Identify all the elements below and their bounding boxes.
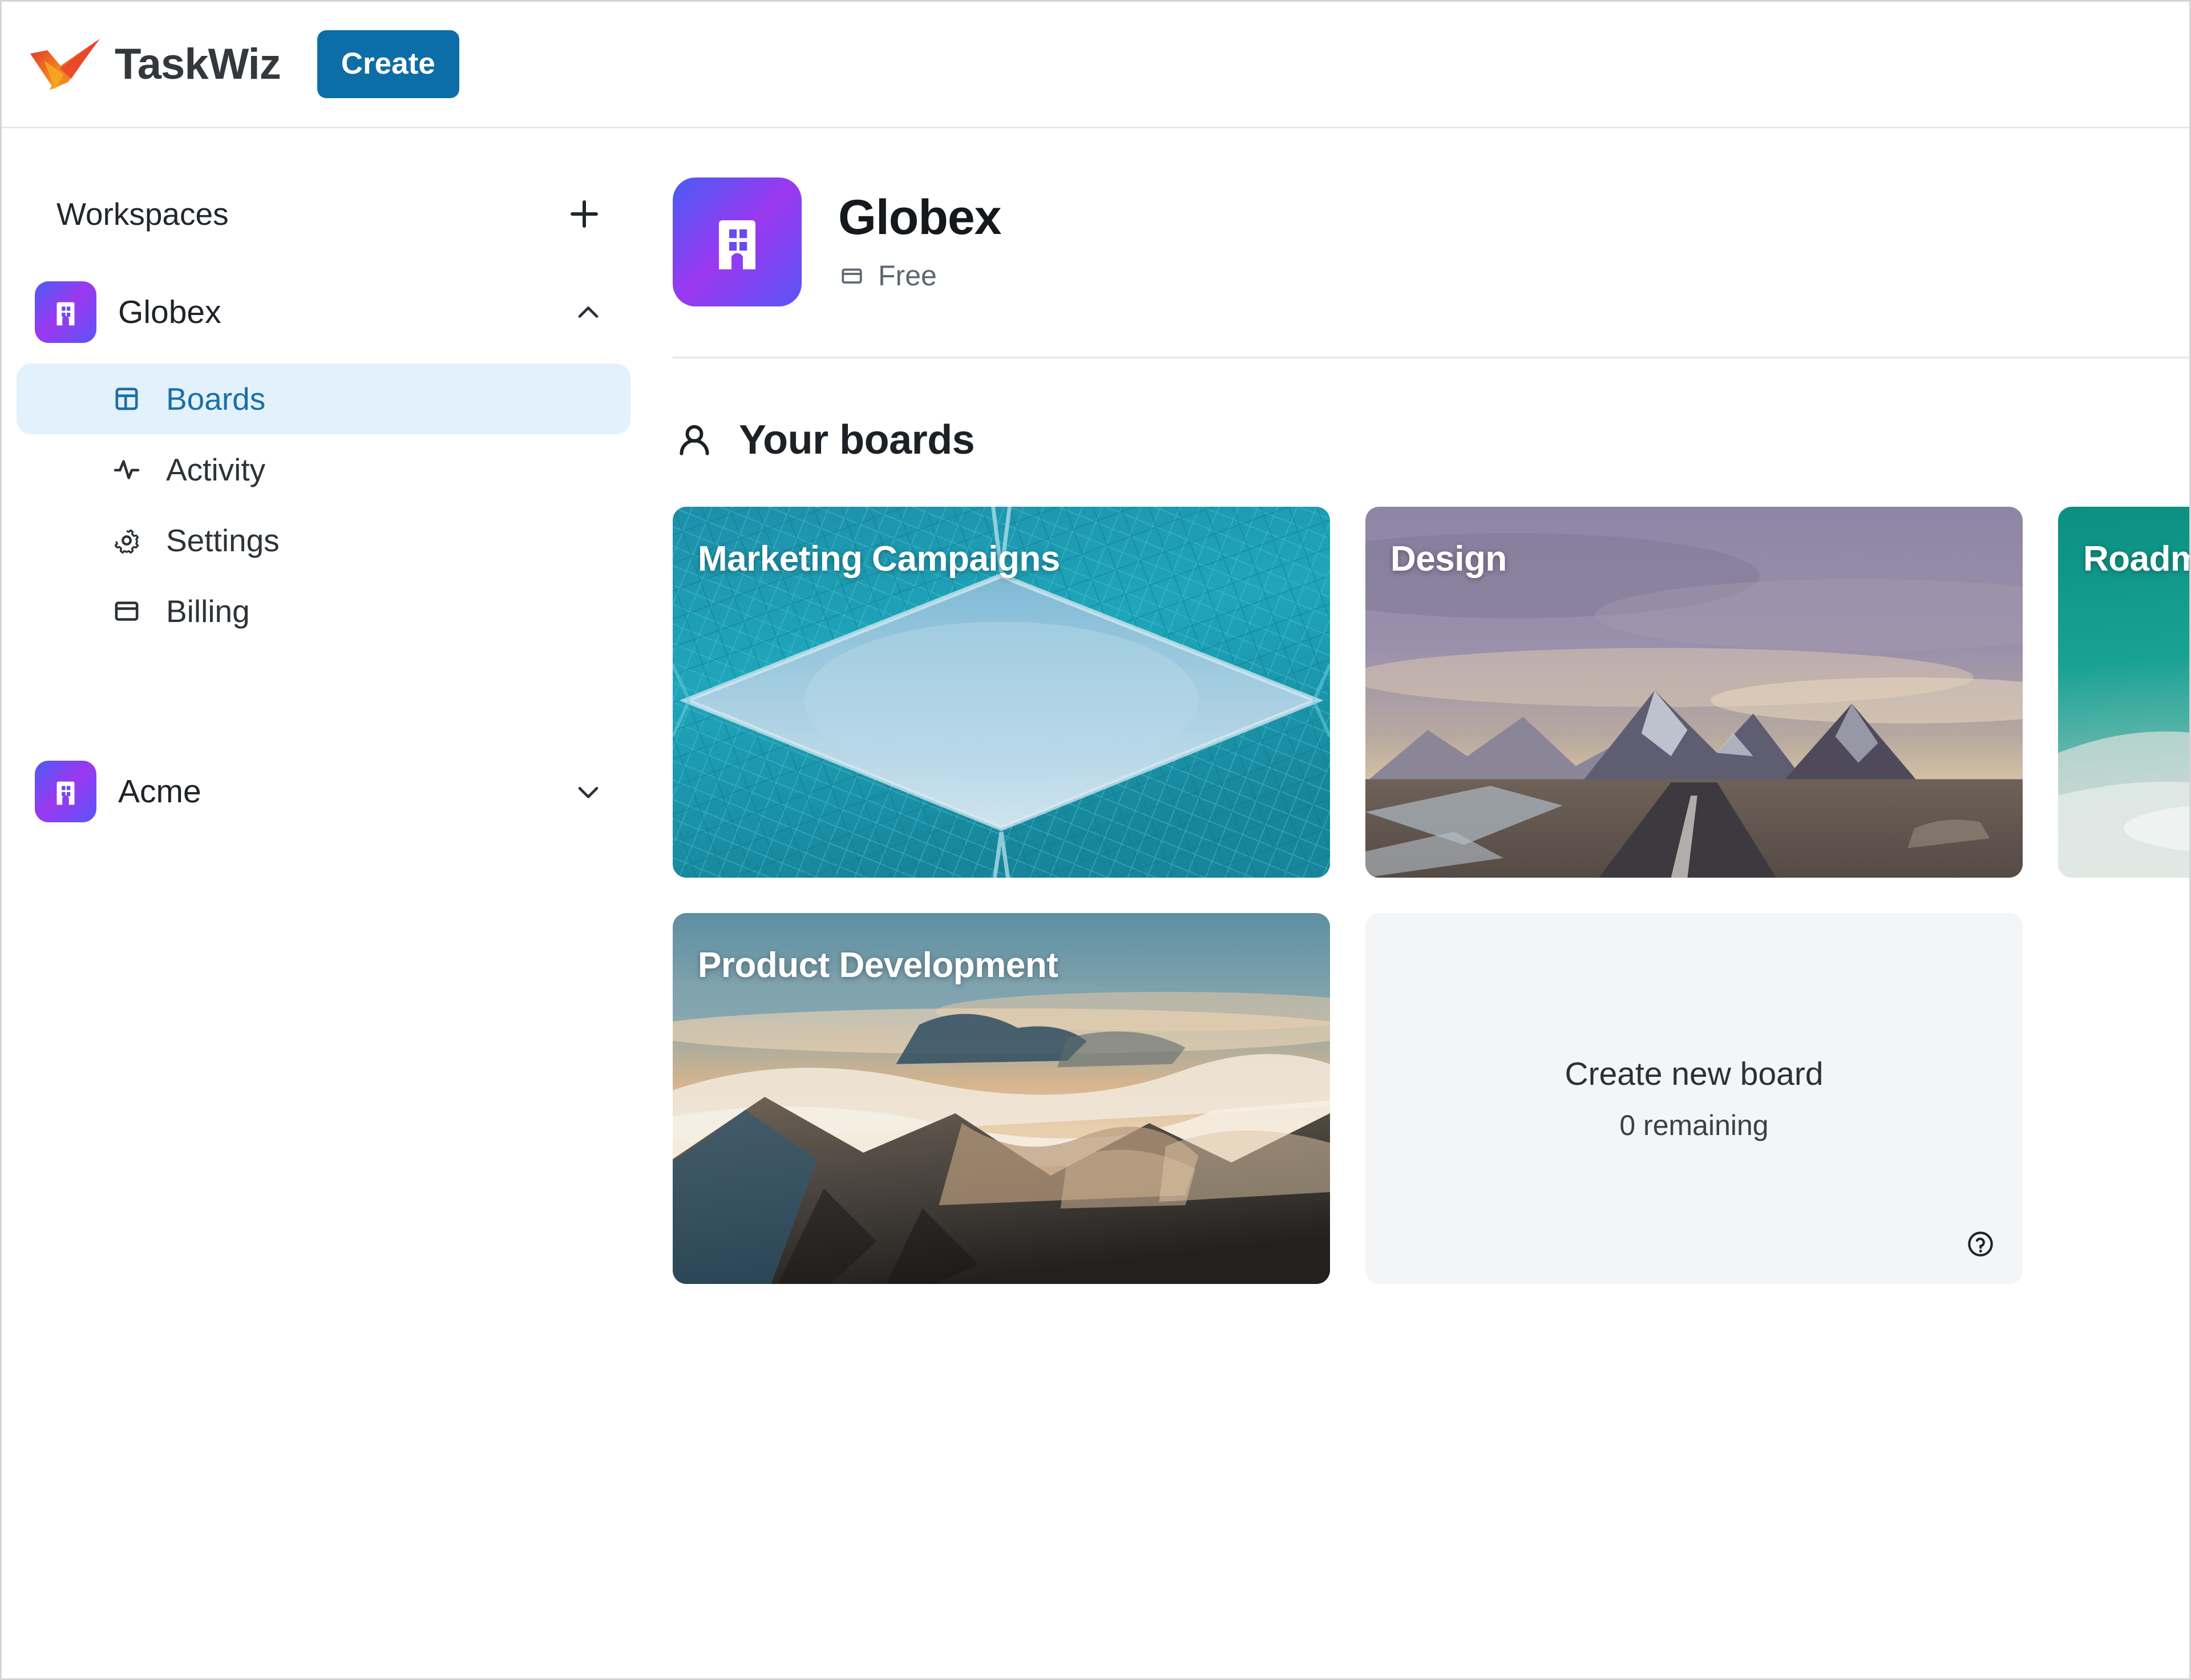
boards-remaining-label: 0 remaining [1619,1109,1769,1141]
page-title: Globex [838,189,1002,245]
building-icon [719,220,755,269]
board-title: Marketing Campaigns [698,539,1060,579]
sidebar-item-billing[interactable]: Billing [17,576,630,647]
workspace-name-globex: Globex [118,294,221,330]
workspace-avatar-globex [35,281,96,343]
building-icon [56,781,75,805]
credit-card-icon [109,593,144,629]
boards-grid: Marketing Campaigns Design Road Product … [673,507,2189,1284]
checkmark-logo-icon [30,38,100,90]
help-circle-icon[interactable] [1963,1227,1998,1261]
board-title: Design [1390,539,1507,579]
workspaces-label: Workspaces [56,196,229,232]
add-workspace-button[interactable] [563,193,605,235]
workspace-name-acme: Acme [118,773,201,810]
create-new-board-tile[interactable]: Create new board 0 remaining [1365,913,2023,1284]
your-boards-label: Your boards [739,417,975,463]
main-content: Globex Free Your boards Marketing Campai… [645,128,2189,1284]
plan-badge: Free [838,259,1001,292]
workspace-row-acme[interactable]: Acme [2,755,645,828]
your-boards-header: Your boards [673,358,2189,507]
board-card-design[interactable]: Design [1365,507,2023,878]
credit-card-icon [842,268,862,284]
sidebar-item-label-boards: Boards [166,381,266,417]
chevron-down-icon[interactable] [571,774,605,809]
board-card-marketing-campaigns[interactable]: Marketing Campaigns [673,507,1330,878]
create-new-board-label: Create new board [1565,1056,1824,1092]
create-button[interactable]: Create [317,30,459,98]
board-card-roadmap[interactable]: Roadmap [2058,507,2189,878]
workspace-header-avatar [673,177,802,306]
workspace-header: Globex Free [673,177,2189,357]
sidebar: Workspaces Globex Boards Activity Settin… [2,128,645,828]
sidebar-item-label-activity: Activity [166,452,266,487]
plus-icon [571,200,598,228]
board-title: Product Development [698,946,1058,985]
board-card-product-development[interactable]: Product Development [673,913,1330,1284]
person-icon [680,425,709,455]
workspace-nav-globex: Boards Activity Settings Billing [2,364,645,647]
board-title: Roadmap [2083,539,2189,579]
gear-icon [109,523,144,558]
workspaces-section-header: Workspaces [2,188,645,240]
workspace-avatar-acme [35,761,96,822]
sidebar-item-settings[interactable]: Settings [17,505,630,576]
chevron-up-icon[interactable] [571,295,605,329]
activity-pulse-icon [109,452,144,487]
building-icon [56,302,75,326]
sidebar-item-label-billing: Billing [166,593,250,629]
sidebar-item-boards[interactable]: Boards [17,364,630,434]
workspace-row-globex[interactable]: Globex [2,276,645,349]
top-bar: TaskWiz Create [2,2,2189,128]
sidebar-item-activity[interactable]: Activity [17,434,630,505]
sidebar-item-label-settings: Settings [166,523,280,558]
plan-label: Free [878,260,937,292]
app-window: TaskWiz Create Workspaces Globex Boards … [0,0,2191,1680]
brand-name: TaskWiz [115,40,281,88]
board-layout-icon [109,381,144,417]
